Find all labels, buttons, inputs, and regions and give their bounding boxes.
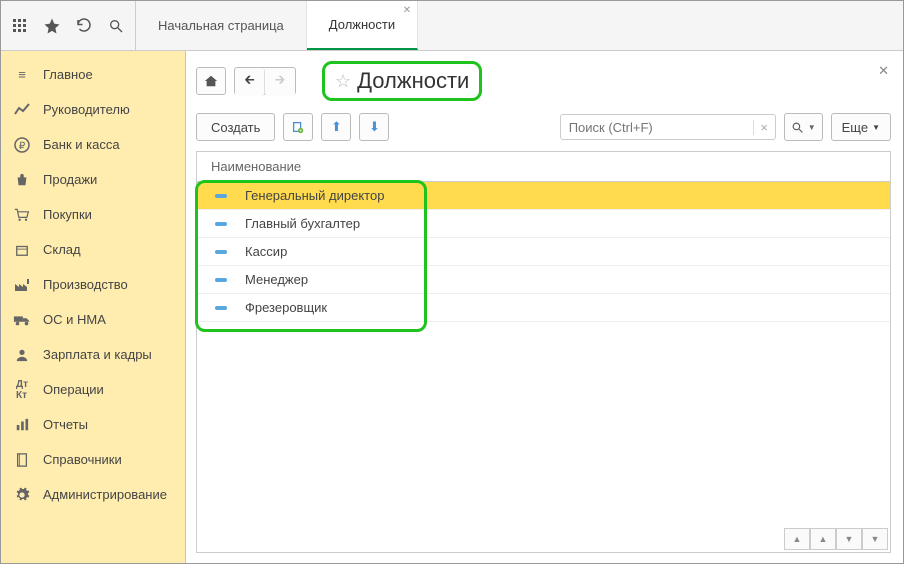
list-toolbar: Создать + ⬆ ⬇ × ▼ Еще ▼ [196,113,891,141]
sidebar-item-main[interactable]: ≡ Главное [1,57,185,92]
sidebar-item-admin[interactable]: Администрирование [1,477,185,512]
item-icon [215,278,227,282]
book-icon [13,451,31,469]
tab-positions[interactable]: Должности ✕ [307,1,418,50]
more-button[interactable]: Еще ▼ [831,113,891,141]
sidebar-item-label: Операции [43,382,104,397]
nav-up-button[interactable]: ▲ [810,528,836,550]
sidebar-item-label: Справочники [43,452,122,467]
column-header[interactable]: Наименование [197,152,890,182]
sidebar-item-manager[interactable]: Руководителю [1,92,185,127]
sidebar-item-bank[interactable]: ₽ Банк и касса [1,127,185,162]
item-label: Генеральный директор [245,188,384,203]
history-icon[interactable] [73,15,95,37]
item-label: Главный бухгалтер [245,216,360,231]
close-icon[interactable]: ✕ [403,5,411,16]
sidebar-item-label: Продажи [43,172,97,187]
gear-icon [13,486,31,504]
star-outline-icon[interactable]: ☆ [335,71,351,92]
search-field[interactable]: × [560,114,776,140]
list-container: Наименование Генеральный директор Главны… [196,151,891,553]
home-button[interactable] [196,67,226,95]
sidebar-item-label: Зарплата и кадры [43,347,152,362]
operations-icon: ДтКт [13,381,31,399]
sidebar-item-reports[interactable]: Отчеты [1,407,185,442]
sidebar-item-assets[interactable]: ОС и НМА [1,302,185,337]
truck-icon [13,311,31,329]
sidebar: ≡ Главное Руководителю ₽ Банк и касса Пр… [1,51,186,563]
back-button[interactable]: 🡰 [235,68,265,96]
tab-bar: Начальная страница Должности ✕ [136,1,418,50]
forward-button[interactable]: 🡲 [265,68,295,96]
sidebar-item-label: Руководителю [43,102,130,117]
item-icon [215,250,227,254]
tab-label: Должности [329,17,395,32]
sidebar-item-label: Отчеты [43,417,88,432]
menu-icon: ≡ [13,66,31,84]
item-label: Кассир [245,244,287,259]
item-icon [215,194,227,198]
find-dropdown-button[interactable]: ▼ [784,113,823,141]
up-button[interactable]: ⬆ [321,113,351,141]
box-icon [13,241,31,259]
sidebar-item-sales[interactable]: Продажи [1,162,185,197]
page-title: Должности [357,68,469,94]
factory-icon [13,276,31,294]
cart-icon [13,206,31,224]
bag-icon [13,171,31,189]
close-icon[interactable]: ✕ [878,63,889,79]
down-button[interactable]: ⬇ [359,113,389,141]
person-icon [13,346,31,364]
list-rows: Генеральный директор Главный бухгалтер К… [197,182,890,322]
list-item[interactable]: Кассир [197,238,890,266]
sidebar-item-label: Банк и касса [43,137,120,152]
sidebar-item-operations[interactable]: ДтКт Операции [1,372,185,407]
page-title-highlight: ☆ Должности [322,61,482,101]
bars-icon [13,416,31,434]
list-item[interactable]: Фрезеровщик [197,294,890,322]
create-button[interactable]: Создать [196,113,275,141]
toolbar-icon-group [1,1,136,50]
nav-bottom-button[interactable]: ▼ [862,528,888,550]
tab-home[interactable]: Начальная страница [136,1,307,50]
item-icon [215,222,227,226]
item-label: Менеджер [245,272,308,287]
tab-label: Начальная страница [158,18,284,33]
main-panel: ✕ 🡰 🡲 ☆ Должности Создать + ⬆ ⬇ [186,51,903,563]
svg-text:₽: ₽ [19,141,26,152]
sidebar-item-label: Покупки [43,207,92,222]
ruble-icon: ₽ [13,136,31,154]
sidebar-item-label: Администрирование [43,487,167,502]
svg-text:+: + [299,128,302,134]
list-item[interactable]: Менеджер [197,266,890,294]
sidebar-item-purchases[interactable]: Покупки [1,197,185,232]
sidebar-item-label: Склад [43,242,81,257]
sidebar-item-warehouse[interactable]: Склад [1,232,185,267]
item-icon [215,306,227,310]
list-nav: ▲ ▲ ▼ ▼ [784,528,888,550]
sidebar-item-catalogs[interactable]: Справочники [1,442,185,477]
sidebar-item-label: Производство [43,277,128,292]
list-item[interactable]: Генеральный директор [197,182,890,210]
chart-icon [13,101,31,119]
item-label: Фрезеровщик [245,300,327,315]
star-icon[interactable] [41,15,63,37]
page-header: 🡰 🡲 ☆ Должности [196,61,891,101]
sidebar-item-hr[interactable]: Зарплата и кадры [1,337,185,372]
search-input[interactable] [561,115,753,139]
apps-icon[interactable] [9,15,31,37]
copy-button[interactable]: + [283,113,313,141]
nav-down-button[interactable]: ▼ [836,528,862,550]
sidebar-item-label: ОС и НМА [43,312,106,327]
nav-top-button[interactable]: ▲ [784,528,810,550]
app-toolbar: Начальная страница Должности ✕ [1,1,903,51]
list-item[interactable]: Главный бухгалтер [197,210,890,238]
clear-search-icon[interactable]: × [753,120,775,135]
search-icon[interactable] [105,15,127,37]
sidebar-item-production[interactable]: Производство [1,267,185,302]
sidebar-item-label: Главное [43,67,93,82]
